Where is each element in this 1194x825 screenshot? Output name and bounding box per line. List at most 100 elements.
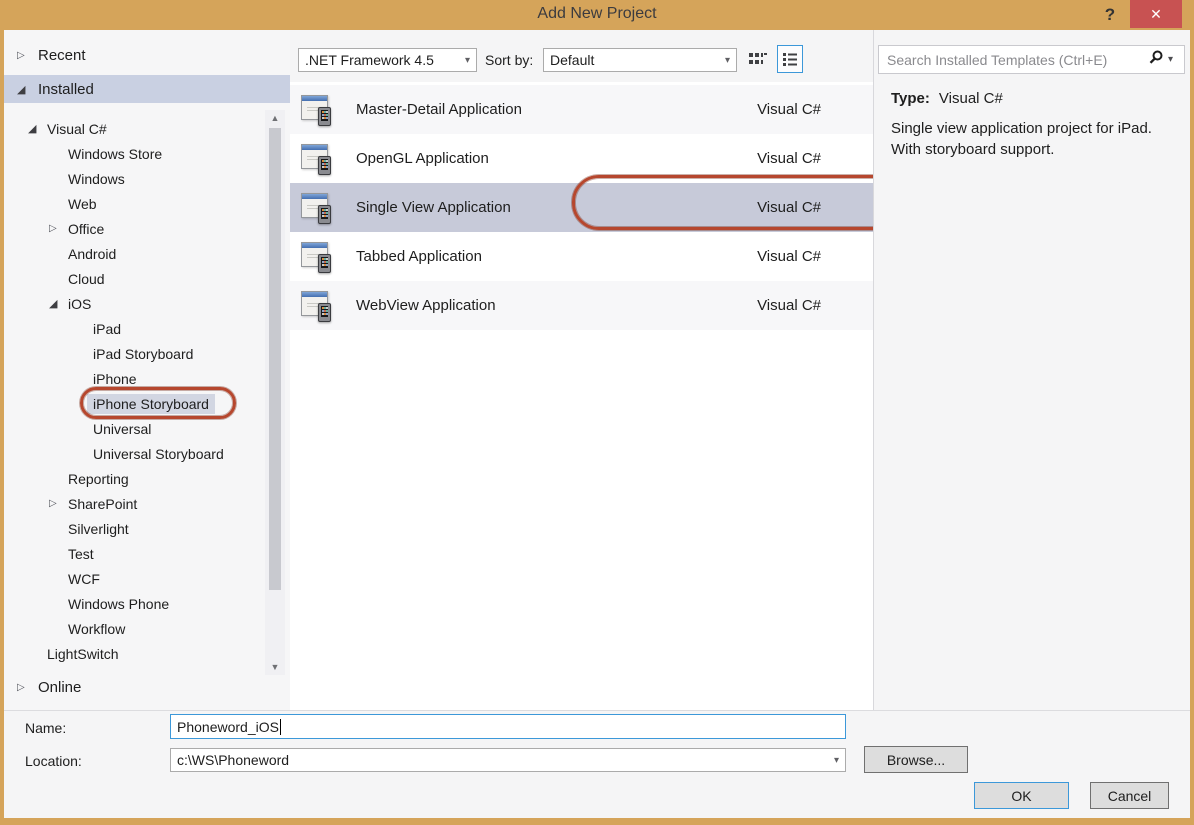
dialog-title: Add New Project	[0, 5, 1194, 23]
sidebar-item-label: Visual C#	[47, 121, 107, 137]
scroll-down-icon[interactable]: ▼	[265, 659, 285, 675]
sort-value: Default	[550, 52, 594, 68]
template-language: Visual C#	[757, 248, 821, 265]
sidebar-item-label: Windows	[68, 171, 125, 187]
sidebar-item-label: Universal	[93, 421, 151, 437]
search-box[interactable]: ▾	[878, 45, 1185, 74]
location-dropdown[interactable]: c:\WS\Phoneword ▾	[170, 748, 846, 772]
template-row-opengl-application[interactable]: OpenGL ApplicationVisual C#	[290, 134, 873, 183]
close-icon: ✕	[1150, 6, 1162, 22]
collapsed-arrow-icon[interactable]: ▷	[49, 223, 63, 234]
template-row-webview-application[interactable]: WebView ApplicationVisual C#	[290, 281, 873, 330]
sidebar-item-label: Test	[68, 546, 94, 562]
sidebar-item-test[interactable]: Test	[4, 541, 266, 566]
sidebar-item-label: iPhone Storyboard	[87, 394, 215, 414]
collapsed-arrow-icon[interactable]: ▷	[49, 498, 63, 509]
sidebar-item-label: iPad Storyboard	[93, 346, 193, 362]
sidebar-item-android[interactable]: Android	[4, 241, 266, 266]
sort-by-label: Sort by:	[485, 52, 533, 68]
sidebar-item-ipad-storyboard[interactable]: iPad Storyboard	[4, 341, 266, 366]
template-name: WebView Application	[356, 297, 757, 314]
location-value: c:\WS\Phoneword	[177, 752, 289, 768]
scrollbar-thumb[interactable]	[269, 128, 281, 590]
template-language: Visual C#	[757, 199, 821, 216]
collapsed-arrow-icon[interactable]: ▷	[17, 682, 33, 693]
sidebar-item-iphone-storyboard[interactable]: iPhone Storyboard	[4, 391, 266, 416]
template-list-panel: .NET Framework 4.5 ▾ Sort by: Default ▾	[290, 30, 873, 710]
sidebar-item-office[interactable]: ▷Office	[4, 216, 266, 241]
sidebar-scrollbar[interactable]: ▲ ▼	[265, 110, 285, 675]
browse-button[interactable]: Browse...	[864, 746, 968, 773]
search-input[interactable]	[879, 52, 1148, 68]
help-button[interactable]: ?	[1098, 3, 1122, 27]
sidebar-item-ipad[interactable]: iPad	[4, 316, 266, 341]
expanded-arrow-icon[interactable]: ◢	[17, 83, 33, 96]
template-language: Visual C#	[757, 101, 821, 118]
template-name: OpenGL Application	[356, 150, 757, 167]
sidebar-item-silverlight[interactable]: Silverlight	[4, 516, 266, 541]
sidebar-item-windows-store[interactable]: Windows Store	[4, 141, 266, 166]
ok-button[interactable]: OK	[974, 782, 1069, 809]
template-icon	[300, 142, 334, 176]
sidebar-item-universal[interactable]: Universal	[4, 416, 266, 441]
sidebar-item-reporting[interactable]: Reporting	[4, 466, 266, 491]
template-icon	[300, 289, 334, 323]
type-label: Type:	[891, 90, 930, 107]
sidebar-item-workflow[interactable]: Workflow	[4, 616, 266, 641]
sidebar-item-visual-c[interactable]: ◢ Visual C#	[4, 116, 266, 141]
sidebar-item-label: Recent	[38, 47, 86, 64]
sidebar-item-windows-phone[interactable]: Windows Phone	[4, 591, 266, 616]
sidebar-item-label: Workflow	[68, 621, 125, 637]
sidebar-item-sharepoint[interactable]: ▷SharePoint	[4, 491, 266, 516]
collapsed-arrow-icon[interactable]: ▷	[17, 50, 33, 61]
sidebar-item-label: Web	[68, 196, 97, 212]
framework-value: .NET Framework 4.5	[305, 52, 434, 68]
sidebar-item-cloud[interactable]: Cloud	[4, 266, 266, 291]
template-name: Tabbed Application	[356, 248, 757, 265]
expanded-arrow-icon[interactable]: ◢	[28, 122, 42, 135]
sidebar-item-label: Windows Store	[68, 146, 162, 162]
details-panel: ▾ Type:Visual C# Single view application…	[873, 30, 1194, 710]
sidebar-item-windows[interactable]: Windows	[4, 166, 266, 191]
cancel-button[interactable]: Cancel	[1090, 782, 1169, 809]
small-icons-view-button[interactable]	[745, 45, 771, 73]
sidebar-item-label: Online	[38, 679, 81, 696]
chevron-down-icon: ▾	[834, 755, 839, 766]
template-name: Master-Detail Application	[356, 101, 757, 118]
sidebar-item-online[interactable]: ▷ Online	[4, 674, 290, 700]
sidebar-item-universal-storyboard[interactable]: Universal Storyboard	[4, 441, 266, 466]
sidebar-item-label: Cloud	[68, 271, 105, 287]
sidebar-item-label: LightSwitch	[47, 646, 119, 662]
template-type-row: Type:Visual C#	[891, 90, 1003, 107]
titlebar[interactable]: Add New Project ? ✕	[0, 0, 1194, 30]
sidebar-item-label: iPad	[93, 321, 121, 337]
search-icon[interactable]	[1148, 49, 1168, 70]
sidebar-item-installed[interactable]: ◢ Installed	[4, 75, 290, 103]
sidebar-item-label: iOS	[68, 296, 91, 312]
template-toolbar: .NET Framework 4.5 ▾ Sort by: Default ▾	[290, 30, 873, 82]
template-row-master-detail-application[interactable]: Master-Detail ApplicationVisual C#	[290, 85, 873, 134]
search-options-caret-icon[interactable]: ▾	[1168, 54, 1184, 65]
sidebar-item-label: Reporting	[68, 471, 129, 487]
list-view-button[interactable]	[777, 45, 803, 73]
sidebar-item-ios[interactable]: ◢ iOS	[4, 291, 266, 316]
template-row-tabbed-application[interactable]: Tabbed ApplicationVisual C#	[290, 232, 873, 281]
name-value: Phoneword_iOS	[177, 719, 279, 735]
close-button[interactable]: ✕	[1130, 0, 1182, 28]
template-icon	[300, 191, 334, 225]
sidebar-item-web[interactable]: Web	[4, 191, 266, 216]
sidebar-item-iphone[interactable]: iPhone	[4, 366, 266, 391]
location-label: Location:	[25, 753, 82, 769]
scroll-up-icon[interactable]: ▲	[265, 110, 285, 126]
sort-dropdown[interactable]: Default ▾	[543, 48, 737, 72]
sidebar-item-label: Windows Phone	[68, 596, 169, 612]
dialog-footer: Name: Phoneword_iOS Location: c:\WS\Phon…	[4, 710, 1190, 818]
sidebar-item-recent[interactable]: ▷ Recent	[4, 42, 290, 68]
name-input[interactable]: Phoneword_iOS	[170, 714, 846, 739]
template-language: Visual C#	[757, 150, 821, 167]
sidebar-item-wcf[interactable]: WCF	[4, 566, 266, 591]
template-row-single-view-application[interactable]: Single View ApplicationVisual C#	[290, 183, 873, 232]
framework-dropdown[interactable]: .NET Framework 4.5 ▾	[298, 48, 477, 72]
expanded-arrow-icon[interactable]: ◢	[49, 297, 63, 310]
sidebar-item-lightswitch[interactable]: LightSwitch	[4, 641, 266, 666]
